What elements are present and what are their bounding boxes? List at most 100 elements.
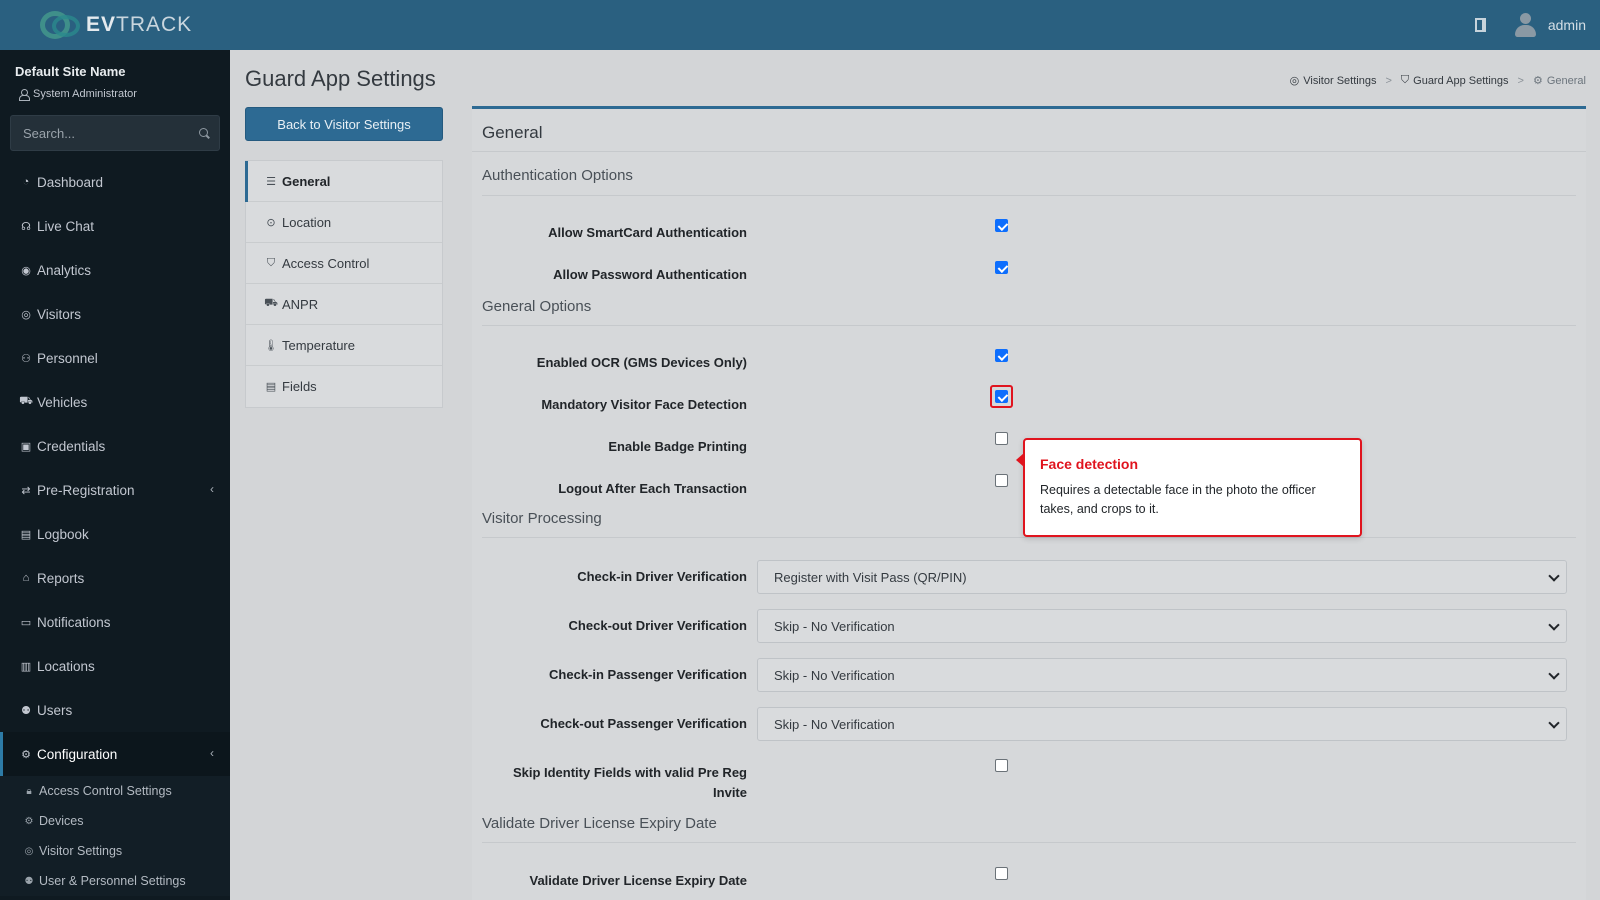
user-icon [19,89,30,101]
car-icon: ⛟ [19,395,33,407]
sidebar-item-live-chat[interactable]: ☊ Live Chat [0,204,230,248]
face-detection-tooltip: Face detection Requires a detectable fac… [1016,438,1362,537]
tooltip-body: Requires a detectable face in the photo … [1040,483,1316,516]
door-icon[interactable] [1474,18,1486,32]
search-icon[interactable] [199,127,208,139]
page-title: Guard App Settings [245,66,436,91]
sidebar-item-dashboard[interactable]: ◔ Dashboard [0,160,230,204]
checkout-passenger-select[interactable]: Skip - No Verification [757,707,1567,741]
list-icon: ▤ [265,381,277,393]
sidebar: Default Site Name System Administrator ◔… [0,50,230,900]
section-authentication-options: Authentication Options [482,167,633,184]
skip-identity-checkbox[interactable] [995,759,1008,772]
checkin-passenger-select[interactable]: Skip - No Verification [757,658,1567,692]
map-pin-icon: ⊙ [266,216,276,229]
user-menu[interactable]: admin [1512,12,1586,38]
face-detection-label: Mandatory Visitor Face Detection [541,397,747,412]
badge-printing-checkbox[interactable] [995,432,1008,445]
license-expiry-checkbox[interactable] [995,867,1008,880]
section-general-options: General Options [482,298,592,315]
sidebar-item-locations[interactable]: ▥ Locations [0,644,230,688]
site-name: Default Site Name [15,64,126,79]
chevron-down-icon [1548,570,1560,582]
back-to-visitor-settings-button[interactable]: Back to Visitor Settings [245,107,443,141]
password-auth-label: Allow Password Authentication [553,267,747,282]
top-navbar: EVTRACK admin [0,0,1600,50]
sidebar-search [10,115,220,151]
sidebar-item-analytics[interactable]: ◉ Analytics [0,248,230,292]
sidebar-subitem-devices[interactable]: ⚙ Devices [0,806,230,836]
face-detection-checkbox[interactable] [995,390,1008,403]
exchange-icon: ⇄ [21,484,31,497]
tab-access-control[interactable]: ⛉ Access Control [246,243,442,284]
breadcrumb-general: ⚙ General [1532,74,1586,88]
chevron-down-icon [1548,619,1560,631]
sidebar-item-users[interactable]: ⚉ Users [0,688,230,732]
checkout-passenger-label: Check-out Passenger Verification [540,716,747,731]
checkin-driver-label: Check-in Driver Verification [577,569,747,584]
notifications-icon: ▭ [20,616,32,629]
tab-fields[interactable]: ▤ Fields [246,366,442,407]
sidebar-subitem-access-control-settings[interactable]: 🔒︎ Access Control Settings [0,776,230,806]
chevron-down-icon [1548,717,1560,729]
checkin-driver-select[interactable]: Register with Visit Pass (QR/PIN) [757,560,1567,594]
cog-icon: ⚙ [21,748,31,761]
chevron-down-icon [1548,668,1560,680]
tooltip-title: Face detection [1040,456,1139,472]
users-icon: ⚉ [21,704,31,717]
reports-icon: ⌂ [22,572,30,584]
sidebar-item-pre-registration[interactable]: ⇄ Pre-Registration ‹ [0,468,230,512]
smartcard-auth-checkbox[interactable] [995,219,1008,232]
smartcard-auth-label: Allow SmartCard Authentication [548,225,747,240]
user-role: System Administrator [19,88,137,101]
logout-checkbox[interactable] [995,474,1008,487]
breadcrumb: ◎ Visitor Settings > ⛉ Guard App Settings … [1289,74,1586,88]
breadcrumb-guard-app-settings[interactable]: ⛉ Guard App Settings [1401,74,1509,87]
user-name: admin [1547,17,1586,33]
tab-location[interactable]: ⊙ Location [246,202,442,243]
sidebar-item-reports[interactable]: ⌂ Reports [0,556,230,600]
thermometer-icon: 🌡︎ [264,339,278,352]
headset-icon: ☊ [21,220,31,233]
logout-label: Logout After Each Transaction [558,481,747,496]
main-content: Guard App Settings ◎ Visitor Settings > ⛉… [230,50,1600,900]
sidebar-item-personnel[interactable]: ⚇ Personnel [0,336,230,380]
section-validate-license: Validate Driver License Expiry Date [482,815,717,832]
sidebar-subitem-visitor-settings[interactable]: ◎ Visitor Settings [0,836,230,866]
users-icon: ⚉ [24,875,34,887]
eye-icon: ◎ [24,845,34,857]
sidebar-subitem-user-personnel-settings[interactable]: ⚉ User & Personnel Settings [0,866,230,896]
tab-anpr[interactable]: ⛟ ANPR [246,284,442,325]
search-input[interactable] [23,125,199,141]
dashboard-icon: ◔ [22,176,30,188]
badge-printing-label: Enable Badge Printing [608,439,747,454]
analytics-icon: ◉ [21,264,31,277]
license-expiry-label: Validate Driver License Expiry Date [529,873,748,888]
brand-logo[interactable]: EVTRACK [0,0,230,50]
credentials-icon: ▣ [20,440,32,453]
tab-general[interactable]: ☰ General [245,161,442,202]
ocr-checkbox[interactable] [995,349,1008,362]
tab-temperature[interactable]: 🌡︎ Temperature [246,325,442,366]
checkout-driver-select[interactable]: Skip - No Verification [757,609,1567,643]
chevron-left-icon: ‹ [210,746,214,760]
sidebar-item-logbook[interactable]: ▤ Logbook [0,512,230,556]
section-visitor-processing: Visitor Processing [482,510,602,527]
eye-icon: ◎ [21,308,31,321]
ocr-label: Enabled OCR (GMS Devices Only) [536,355,747,370]
lock-icon: 🔒︎ [26,785,32,797]
map-icon: ▥ [20,660,32,673]
sidebar-nav: ◔ Dashboard ☊ Live Chat ◉ Analytics ◎ Visito… [0,160,230,896]
book-icon: ▤ [20,528,32,541]
sidebar-item-vehicles[interactable]: ⛟ Vehicles [0,380,230,424]
sidebar-item-credentials[interactable]: ▣ Credentials [0,424,230,468]
eye-icon: ◎ [1289,75,1300,87]
card-title: General [482,123,543,142]
skip-identity-label: Skip Identity Fields with valid Pre Reg … [512,765,747,800]
breadcrumb-visitor-settings[interactable]: ◎ Visitor Settings [1289,74,1377,88]
personnel-icon: ⚇ [21,352,31,365]
sidebar-item-notifications[interactable]: ▭ Notifications [0,600,230,644]
password-auth-checkbox[interactable] [995,261,1008,274]
sidebar-item-configuration[interactable]: ⚙ Configuration ‹ [0,732,230,776]
sidebar-item-visitors[interactable]: ◎ Visitors [0,292,230,336]
